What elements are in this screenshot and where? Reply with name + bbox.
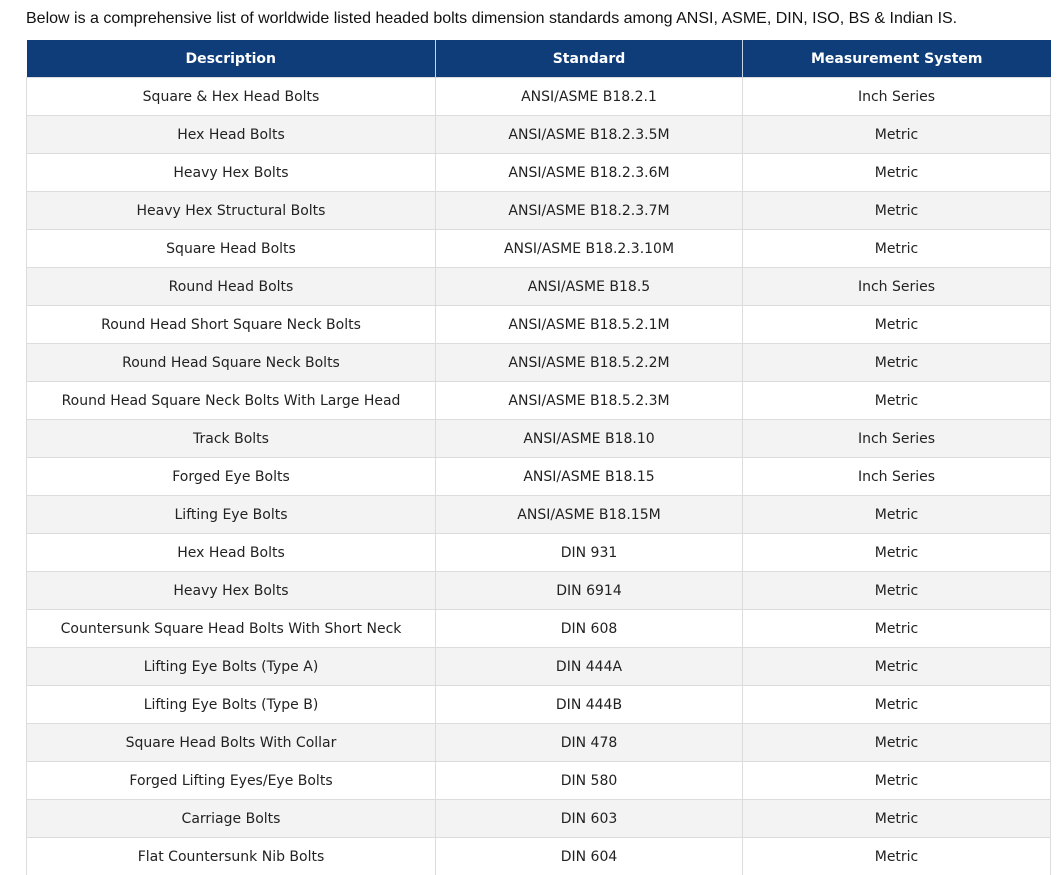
description-cell: Forged Lifting Eyes/Eye Bolts: [26, 761, 436, 800]
measurement-system-cell: Metric: [742, 343, 1051, 382]
description-cell: Carriage Bolts: [26, 799, 436, 838]
description-cell: Round Head Bolts: [26, 267, 436, 306]
measurement-system-cell: Inch Series: [742, 267, 1051, 306]
standard-cell: ANSI/ASME B18.2.1: [435, 77, 743, 116]
table-row: Flat Countersunk Nib Bolts DIN 604 Metric: [26, 837, 1051, 875]
standard-cell: ANSI/ASME B18.5.2.1M: [435, 305, 743, 344]
table-row: Heavy Hex Structural Bolts ANSI/ASME B18.…: [26, 191, 1051, 230]
description-cell: Heavy Hex Bolts: [26, 571, 436, 610]
intro-text: Below is a comprehensive list of worldwi…: [26, 10, 958, 27]
standard-cell: DIN 478: [435, 723, 743, 762]
standard-cell: DIN 444B: [435, 685, 743, 724]
measurement-system-cell: Metric: [742, 191, 1051, 230]
measurement-system-cell: Metric: [742, 837, 1051, 875]
measurement-system-cell: Metric: [742, 723, 1051, 762]
standard-cell: ANSI/ASME B18.2.3.10M: [435, 229, 743, 268]
table-row: Heavy Hex Bolts DIN 6914 Metric: [26, 571, 1051, 610]
description-cell: Square Head Bolts: [26, 229, 436, 268]
standard-cell: DIN 580: [435, 761, 743, 800]
standard-cell: DIN 603: [435, 799, 743, 838]
table-header: Description Standard Measurement System: [26, 40, 1051, 78]
table-row: Round Head Square Neck Bolts ANSI/ASME B1…: [26, 343, 1051, 382]
standard-cell: DIN 608: [435, 609, 743, 648]
table-row: Square Head Bolts With Collar DIN 478 Metr…: [26, 723, 1051, 762]
table-row: Heavy Hex Bolts ANSI/ASME B18.2.3.6M Metri…: [26, 153, 1051, 192]
table-body: Square & Hex Head Bolts ANSI/ASME B18.2.1…: [26, 77, 1051, 875]
standard-cell: DIN 6914: [435, 571, 743, 610]
column-header-description: Description: [26, 40, 436, 78]
table-row: Round Head Short Square Neck Bolts ANSI/A…: [26, 305, 1051, 344]
description-cell: Square Head Bolts With Collar: [26, 723, 436, 762]
measurement-system-cell: Metric: [742, 609, 1051, 648]
description-cell: Lifting Eye Bolts (Type A): [26, 647, 436, 686]
description-cell: Countersunk Square Head Bolts With Short…: [26, 609, 436, 648]
description-cell: Hex Head Bolts: [26, 115, 436, 154]
measurement-system-cell: Metric: [742, 115, 1051, 154]
measurement-system-cell: Metric: [742, 533, 1051, 572]
table-row: Round Head Square Neck Bolts With Large …: [26, 381, 1051, 420]
measurement-system-cell: Metric: [742, 229, 1051, 268]
standard-cell: DIN 444A: [435, 647, 743, 686]
standard-cell: ANSI/ASME B18.15M: [435, 495, 743, 534]
bolt-standards-table: Description Standard Measurement System …: [26, 40, 1051, 875]
standard-cell: ANSI/ASME B18.2.3.5M: [435, 115, 743, 154]
standard-cell: ANSI/ASME B18.5.2.2M: [435, 343, 743, 382]
measurement-system-cell: Metric: [742, 571, 1051, 610]
standard-cell: ANSI/ASME B18.10: [435, 419, 743, 458]
measurement-system-cell: Metric: [742, 153, 1051, 192]
measurement-system-cell: Metric: [742, 761, 1051, 800]
table-row: Round Head Bolts ANSI/ASME B18.5 Inch Seri…: [26, 267, 1051, 306]
standard-cell: DIN 931: [435, 533, 743, 572]
description-cell: Heavy Hex Structural Bolts: [26, 191, 436, 230]
description-cell: Square & Hex Head Bolts: [26, 77, 436, 116]
measurement-system-cell: Metric: [742, 799, 1051, 838]
table-row: Track Bolts ANSI/ASME B18.10 Inch Series: [26, 419, 1051, 458]
description-cell: Round Head Square Neck Bolts With Large …: [26, 381, 436, 420]
table-row: Forged Eye Bolts ANSI/ASME B18.15 Inch Ser…: [26, 457, 1051, 496]
table-row: Forged Lifting Eyes/Eye Bolts DIN 580 Metr…: [26, 761, 1051, 800]
measurement-system-cell: Inch Series: [742, 419, 1051, 458]
table-row: Countersunk Square Head Bolts With Short…: [26, 609, 1051, 648]
standard-cell: ANSI/ASME B18.2.3.6M: [435, 153, 743, 192]
table-row: Lifting Eye Bolts ANSI/ASME B18.15M Metric: [26, 495, 1051, 534]
measurement-system-cell: Metric: [742, 647, 1051, 686]
measurement-system-cell: Metric: [742, 381, 1051, 420]
table-row: Lifting Eye Bolts (Type B) DIN 444B Metric: [26, 685, 1051, 724]
description-cell: Track Bolts: [26, 419, 436, 458]
description-cell: Heavy Hex Bolts: [26, 153, 436, 192]
description-cell: Round Head Square Neck Bolts: [26, 343, 436, 382]
standard-cell: ANSI/ASME B18.5.2.3M: [435, 381, 743, 420]
column-header-measurement-system: Measurement System: [742, 40, 1051, 78]
standard-cell: ANSI/ASME B18.5: [435, 267, 743, 306]
description-cell: Lifting Eye Bolts: [26, 495, 436, 534]
description-cell: Lifting Eye Bolts (Type B): [26, 685, 436, 724]
standard-cell: ANSI/ASME B18.15: [435, 457, 743, 496]
table-row: Carriage Bolts DIN 603 Metric: [26, 799, 1051, 838]
table-row: Hex Head Bolts ANSI/ASME B18.2.3.5M Metric: [26, 115, 1051, 154]
measurement-system-cell: Inch Series: [742, 77, 1051, 116]
measurement-system-cell: Metric: [742, 685, 1051, 724]
table-row: Square Head Bolts ANSI/ASME B18.2.3.10M Me…: [26, 229, 1051, 268]
table-row: Hex Head Bolts DIN 931 Metric: [26, 533, 1051, 572]
description-cell: Flat Countersunk Nib Bolts: [26, 837, 436, 875]
standard-cell: DIN 604: [435, 837, 743, 875]
header-row: Description Standard Measurement System: [26, 40, 1051, 78]
measurement-system-cell: Metric: [742, 495, 1051, 534]
description-cell: Round Head Short Square Neck Bolts: [26, 305, 436, 344]
table-row: Square & Hex Head Bolts ANSI/ASME B18.2.1…: [26, 77, 1051, 116]
measurement-system-cell: Metric: [742, 305, 1051, 344]
table-row: Lifting Eye Bolts (Type A) DIN 444A Metric: [26, 647, 1051, 686]
description-cell: Hex Head Bolts: [26, 533, 436, 572]
measurement-system-cell: Inch Series: [742, 457, 1051, 496]
column-header-standard: Standard: [435, 40, 743, 78]
standard-cell: ANSI/ASME B18.2.3.7M: [435, 191, 743, 230]
description-cell: Forged Eye Bolts: [26, 457, 436, 496]
